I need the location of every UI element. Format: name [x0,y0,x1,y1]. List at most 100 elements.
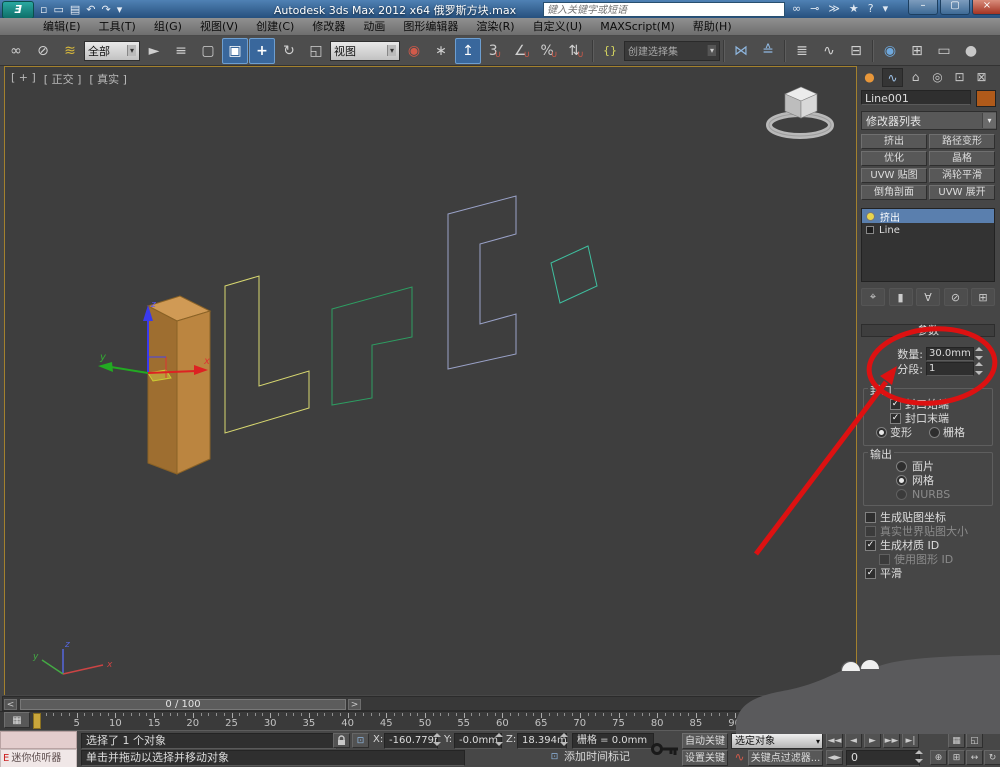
maximize-button[interactable]: ▢ [940,0,970,15]
set-keys-key-icon[interactable] [650,735,680,763]
key-icon[interactable]: ⊸ [810,2,819,15]
go-to-end-icon[interactable]: ►| [902,733,919,748]
segments-field[interactable]: 1 [926,362,974,376]
checkbox-gen-mapping[interactable] [865,512,876,523]
checkbox-smooth[interactable]: ✓ [865,568,876,579]
maximize-viewport-icon[interactable]: ◱ [966,733,983,748]
add-time-tag-label[interactable]: 添加时间标记 [564,750,630,764]
tab-hierarchy-icon[interactable]: ⌂ [906,68,925,85]
spline-diamond[interactable] [551,246,597,303]
window-crossing-icon[interactable]: ▣ [222,38,248,64]
checkbox-cap-start[interactable]: ✓ [890,399,901,410]
stack-item-line[interactable]: Line [862,223,994,237]
set-key-button[interactable]: 设置关键点 [682,750,728,766]
render-setup-icon[interactable]: ⊞ [904,38,930,64]
previous-frame-icon[interactable]: ◄ [845,733,862,748]
qat-caret-icon[interactable]: ▾ [117,3,123,16]
open-mini-curve-editor-button[interactable]: ▦ [4,712,30,728]
tab-create-icon[interactable]: ● [860,68,879,85]
amount-spinner[interactable] [975,347,984,360]
current-frame-marker[interactable] [33,713,41,729]
x-coordinate-field[interactable]: -160.779m [384,733,438,749]
extruded-box-left[interactable] [148,306,177,474]
modifier-button-extrude[interactable]: 挤出 [861,134,927,149]
menu-graph-editors[interactable]: 图形编辑器 [394,18,467,35]
tab-display-icon[interactable]: ⊡ [950,68,969,85]
modifier-button-pathdeform[interactable]: 路径变形 [929,134,995,149]
viewcube[interactable] [762,83,838,141]
checkbox-gen-matids[interactable]: ✓ [865,540,876,551]
favorites-star-icon[interactable]: ★ [849,2,859,15]
key-mode-toggle-icon[interactable]: ◄► [826,750,843,765]
rectangular-region-icon[interactable]: ▢ [195,38,221,64]
selection-lock-icon[interactable] [333,733,350,748]
zoom-extents-icon[interactable]: ⊞ [948,750,965,765]
frame-spinner[interactable] [915,750,924,763]
save-file-icon[interactable]: ▤ [70,3,80,16]
time-slider-track[interactable]: < 0 / 100 > [2,696,858,711]
rendered-frame-icon[interactable]: ▭ [931,38,957,64]
go-to-start-icon[interactable]: ◄◄ [826,733,843,748]
auto-key-button[interactable]: 自动关键点 [682,733,728,749]
radio-morph[interactable] [876,427,887,438]
amount-field[interactable]: 30.0mm [926,347,974,361]
bulb-icon[interactable] [866,212,875,221]
schematic-view-icon[interactable]: ⊟ [843,38,869,64]
modifier-button-lattice[interactable]: 晶格 [929,151,995,166]
checkbox-cap-end[interactable]: ✓ [890,413,901,424]
snap-toggle-3d-icon[interactable]: 3∪ [482,38,508,64]
select-and-scale-icon[interactable]: ◱ [303,38,329,64]
time-prev-button[interactable]: < [4,699,17,710]
spline-r[interactable] [332,287,412,405]
selection-filter-dropdown[interactable]: 全部▾ [84,41,140,61]
zoom-region-icon[interactable]: ▦ [948,733,965,748]
modifier-button-turbosmooth[interactable]: 涡轮平滑 [929,168,995,183]
search-icon[interactable]: ∞ [792,2,801,15]
redo-icon[interactable]: ↷ [102,3,111,16]
menu-help[interactable]: 帮助(H) [684,18,741,35]
y-spinner[interactable] [495,733,504,746]
show-end-result-icon[interactable]: ▮ [889,288,913,306]
spline-C[interactable] [448,196,516,369]
x-spinner[interactable] [433,733,442,746]
percent-snap-icon[interactable]: %∪ [536,38,562,64]
tab-utilities-icon[interactable]: ⊠ [972,68,991,85]
open-file-icon[interactable]: ▭ [53,3,63,16]
next-frame-icon[interactable]: ►► [883,733,900,748]
help-caret-icon[interactable]: ▾ [883,2,889,15]
angle-snap-icon[interactable]: ∠∪ [509,38,535,64]
radio-mesh[interactable] [896,475,907,486]
coordsys-dropdown[interactable]: 视图▾ [330,41,400,61]
menu-animation[interactable]: 动画 [354,18,394,35]
curve-editor-icon[interactable]: ∿ [816,38,842,64]
menu-tools[interactable]: 工具(T) [90,18,145,35]
make-unique-icon[interactable]: ∀ [916,288,940,306]
mirror-icon[interactable]: ⋈ [728,38,754,64]
keyboard-override-icon[interactable]: ↥ [455,38,481,64]
select-and-rotate-icon[interactable]: ↻ [276,38,302,64]
new-file-icon[interactable]: ▫ [40,3,47,16]
checkbox-use-shapeids[interactable] [879,554,890,565]
object-color-swatch[interactable] [976,90,996,107]
spline-L[interactable] [225,276,309,433]
menu-maxscript[interactable]: MAXScript(M) [591,18,684,35]
select-and-link-icon[interactable]: ∞ [3,38,29,64]
time-next-button[interactable]: > [348,699,361,710]
material-editor-icon[interactable]: ◉ [877,38,903,64]
remove-modifier-icon[interactable]: ⊘ [944,288,968,306]
bind-to-spacewarp-icon[interactable]: ≋ [57,38,83,64]
tab-modify-icon[interactable]: ∿ [882,68,903,87]
checkbox-realworld[interactable] [865,526,876,537]
select-and-move-icon[interactable]: + [249,38,275,64]
key-filters-button[interactable]: 关键点过滤器... [748,750,823,766]
time-slider-handle[interactable]: 0 / 100 [20,699,346,710]
unlink-selection-icon[interactable]: ⊘ [30,38,56,64]
app-logo-button[interactable]: Ǝ [2,1,34,19]
zoom-icon[interactable]: ⊕ [930,750,947,765]
menu-views[interactable]: 视图(V) [191,18,247,35]
signin-icon[interactable]: ≫ [828,2,840,15]
modifier-button-bevelprofile[interactable]: 倒角剖面 [861,185,927,200]
maxscript-mini-listener[interactable]: E迷你侦听器 [0,749,77,767]
play-animation-icon[interactable]: ► [864,733,881,748]
extruded-box-right[interactable] [177,311,210,474]
